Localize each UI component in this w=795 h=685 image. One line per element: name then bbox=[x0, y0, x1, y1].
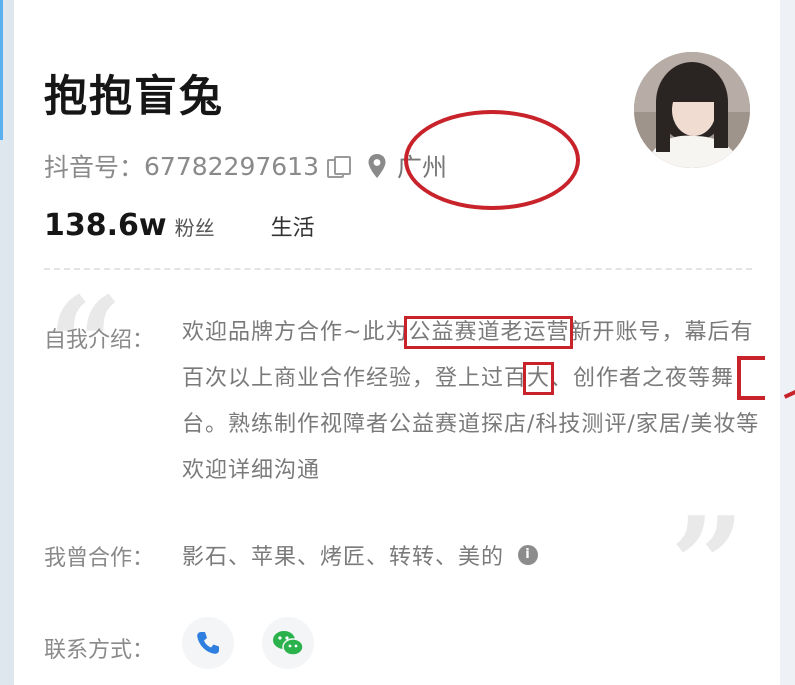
profile-name: 抱抱盲兔 bbox=[44, 72, 224, 122]
intro-segment: 欢迎品牌方合作~此为 bbox=[182, 320, 409, 345]
highlight-box: 公益赛道老运营 bbox=[404, 316, 574, 349]
screen-right-edge bbox=[780, 0, 795, 685]
wechat-icon bbox=[273, 631, 304, 656]
screen-left-edge bbox=[0, 0, 14, 685]
divider bbox=[44, 268, 752, 270]
avatar[interactable] bbox=[634, 52, 750, 168]
category-tag: 生活 bbox=[270, 216, 315, 241]
profile-card: 抱抱盲兔 抖音号： 67782297613 广州 138.6w 粉丝 生活 “ … bbox=[14, 0, 795, 685]
fans-count: 138.6w bbox=[44, 208, 167, 243]
profile-stats: 138.6w 粉丝 生活 bbox=[44, 208, 315, 243]
fans-label: 粉丝 bbox=[174, 216, 215, 240]
intro-segment: 百 bbox=[504, 366, 528, 391]
highlight-box: 大 bbox=[523, 362, 555, 395]
intro-label: 自我介绍： bbox=[44, 328, 155, 353]
cooperation-label: 我曾合作： bbox=[44, 546, 155, 571]
phone-button[interactable] bbox=[182, 617, 234, 669]
annotation-ellipse bbox=[404, 110, 580, 210]
brands-text: 影石、苹果、烤匠、转转、美的 bbox=[182, 545, 505, 570]
avatar-image bbox=[634, 52, 750, 168]
close-quote-decoration: ” bbox=[670, 488, 745, 641]
annotation-bracket bbox=[737, 356, 765, 400]
contact-label: 联系方式： bbox=[44, 638, 155, 663]
cooperation-brands: 影石、苹果、烤匠、转转、美的 i bbox=[182, 539, 539, 571]
location-pin-icon bbox=[368, 154, 386, 178]
info-icon[interactable]: i bbox=[518, 545, 539, 565]
intro-text: 欢迎品牌方合作~此为公益赛道老运营新开账号，幕后有百次以上商业合作经验，登上过百… bbox=[182, 310, 762, 494]
copy-icon[interactable] bbox=[326, 156, 353, 178]
wechat-button[interactable] bbox=[262, 617, 314, 669]
account-id-value[interactable]: 67782297613 bbox=[144, 152, 319, 181]
phone-icon bbox=[197, 632, 219, 654]
account-id-label: 抖音号： bbox=[44, 153, 145, 182]
account-id-row: 抖音号： 67782297613 广州 bbox=[44, 148, 447, 184]
